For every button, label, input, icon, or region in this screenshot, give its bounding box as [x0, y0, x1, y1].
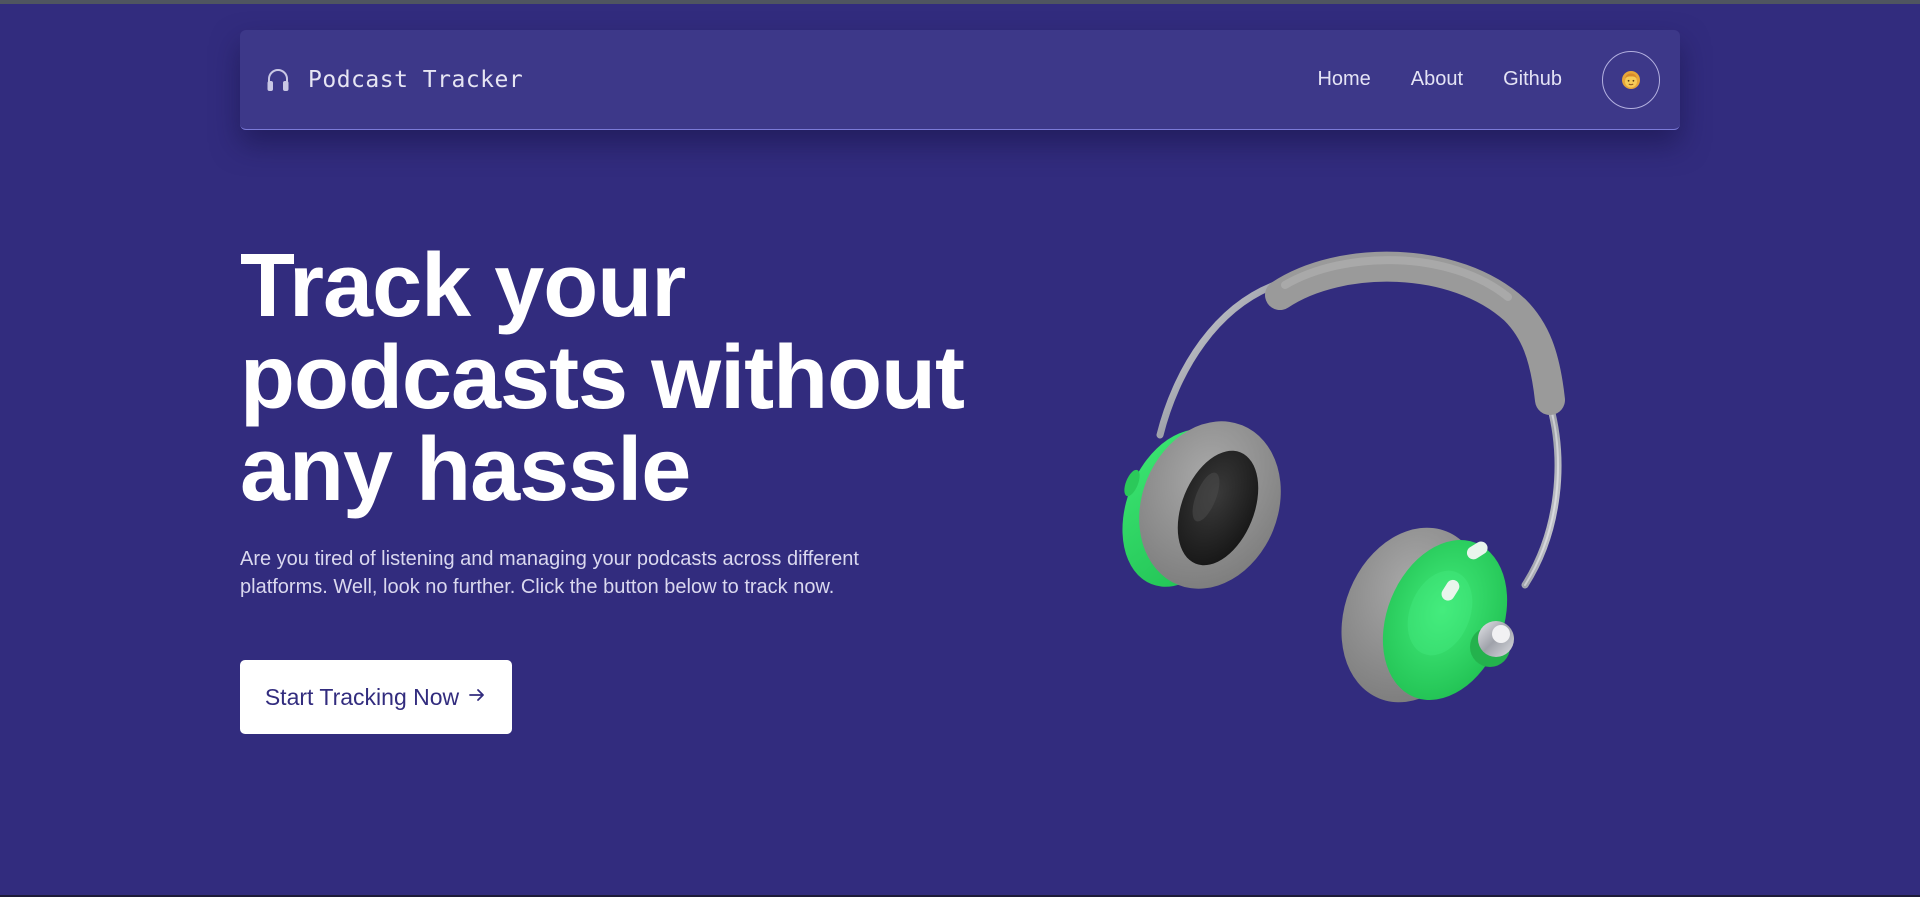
- nav-link-home[interactable]: Home: [1317, 68, 1370, 91]
- headphones-icon: [264, 66, 292, 94]
- avatar[interactable]: [1602, 50, 1660, 109]
- nav-link-github[interactable]: Github: [1503, 68, 1562, 91]
- user-avatar-icon: [1622, 70, 1640, 89]
- start-tracking-label: Start Tracking Now: [264, 683, 460, 710]
- brand-title: Podcast Tracker: [308, 66, 524, 93]
- nav-link-about[interactable]: About: [1411, 68, 1463, 91]
- hero-title: Track your podcasts without any hassle: [240, 236, 965, 520]
- start-tracking-button[interactable]: Start Tracking Now: [240, 660, 512, 734]
- arrow-right-icon: [467, 684, 487, 711]
- hero-description: Are you tired of listening and managing …: [240, 548, 859, 598]
- window-top-strip: [0, 0, 1920, 4]
- green-headphones-illustration: [1110, 245, 1600, 735]
- navbar: Podcast Tracker Home About Github: [240, 30, 1680, 130]
- nav-links: Home About Github: [1317, 50, 1660, 109]
- brand[interactable]: Podcast Tracker: [264, 66, 523, 94]
